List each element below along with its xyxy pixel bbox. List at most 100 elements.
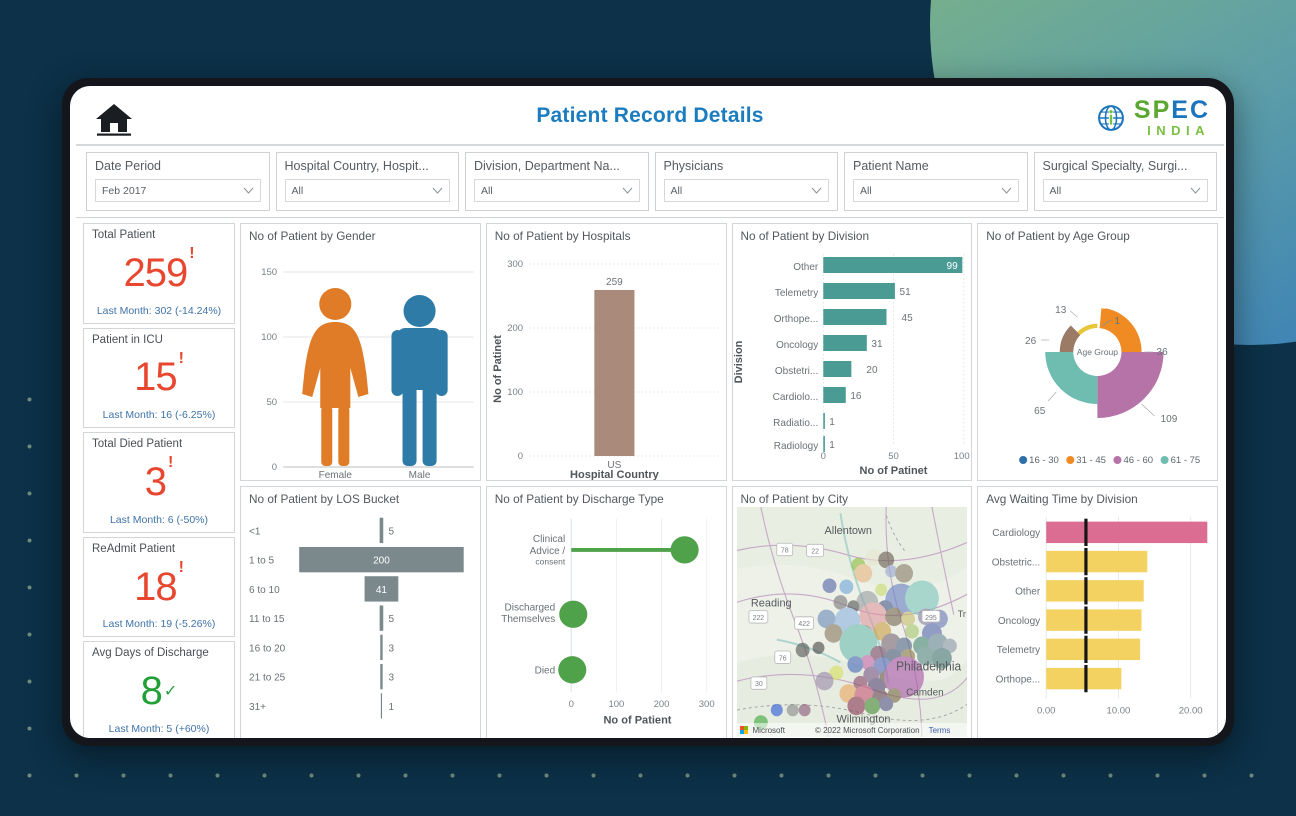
kpi-total-patient[interactable]: Total Patient 259 ! Last Month: 302 (-14… — [83, 223, 235, 324]
hospitals-chart-svg: No of Patinet 300 200 100 0 259 US Hospi… — [492, 259, 720, 480]
gender-plot: 150 100 50 0 Female Male — [241, 244, 480, 480]
kpi-total-died-patient[interactable]: Total Died Patient 3 ! Last Month: 6 (-5… — [83, 432, 235, 533]
bar-us[interactable] — [594, 290, 635, 456]
svg-text:99: 99 — [946, 261, 958, 272]
filter-value: All — [860, 184, 872, 197]
filter-label: Physicians — [663, 159, 724, 173]
svg-text:Philadelphia: Philadelphia — [896, 659, 961, 673]
filter-value: All — [291, 184, 304, 197]
panel-city-map[interactable]: No of Patient by City 78 22 222 422 76 3… — [731, 486, 973, 738]
filter-date-period[interactable]: Date Period Feb 2017 — [86, 152, 270, 211]
svg-text:Tr: Tr — [957, 609, 965, 619]
app-header: Patient Record Details SPEC INDIA — [76, 92, 1224, 146]
male-pictogram — [391, 295, 448, 466]
kpi-avg-days-of-discharge[interactable]: Avg Days of Discharge 8 ✓ Last Month: 5 … — [83, 641, 235, 738]
filter-value: Feb 2017 — [102, 184, 147, 197]
svg-text:300: 300 — [699, 698, 715, 709]
female-pictogram — [302, 288, 369, 466]
kpi-title: Avg Days of Discharge — [92, 647, 209, 660]
svg-text:26: 26 — [1025, 336, 1037, 347]
svg-text:1: 1 — [829, 440, 835, 451]
svg-text:0: 0 — [820, 451, 825, 462]
chevron-down-icon — [622, 187, 632, 194]
map-svg: 78 22 222 422 76 30 295 Allentown Reading P… — [736, 507, 968, 737]
discharge-lollipops[interactable] — [557, 536, 699, 684]
panel-los-bucket[interactable]: No of Patient by LOS Bucket <1 1 to 5 6 … — [240, 486, 481, 738]
svg-text:Advice /: Advice / — [529, 546, 565, 557]
panel-discharge-type[interactable]: No of Patient by Discharge Type Clinical… — [485, 486, 727, 738]
filter-hospital-country[interactable]: Hospital Country, Hospit... All — [275, 152, 459, 211]
svg-text:Telemetry: Telemetry — [774, 288, 817, 299]
kpi-value: 15 — [134, 355, 177, 400]
kpi-value-row: 18 ! — [92, 555, 226, 619]
patient-name-select[interactable]: All — [853, 179, 1019, 202]
waiting-bars[interactable] — [1046, 521, 1208, 690]
brand-india-text: INDIA — [1147, 123, 1210, 138]
svg-text:Orthope...: Orthope... — [996, 675, 1041, 686]
svg-text:61 - 75: 61 - 75 — [1171, 455, 1201, 466]
panel-gender[interactable]: No of Patient by Gender 150 100 50 0 Fem… — [240, 223, 481, 481]
svg-text:Oncology: Oncology — [775, 340, 817, 351]
panel-hospitals[interactable]: No of Patient by Hospitals No of Patinet… — [485, 223, 727, 481]
brand-spec-text: SPEC — [1134, 98, 1210, 123]
age-group-plot: Age Group 1 36 109 65 26 13 16 - 30 31 -… — [978, 244, 1217, 480]
page-title: Patient Record Details — [536, 104, 764, 127]
svg-text:Obstetric...: Obstetric... — [992, 558, 1040, 569]
svg-text:0.00: 0.00 — [1037, 705, 1056, 716]
kpi-patient-in-icu[interactable]: Patient in ICU 15 ! Last Month: 16 (-6.2… — [83, 327, 235, 429]
age-group-legend[interactable]: 16 - 30 31 - 45 46 - 60 61 - 75 — [1019, 455, 1200, 466]
svg-text:Radiatio...: Radiatio... — [773, 418, 818, 429]
panel-title: No of Patient by Discharge Type — [494, 492, 664, 506]
filter-surgical-specialty[interactable]: Surgical Specialty, Surgi... All — [1033, 152, 1217, 211]
chevron-down-icon — [432, 187, 443, 194]
svg-text:46 - 60: 46 - 60 — [1124, 455, 1154, 466]
svg-text:31 - 45: 31 - 45 — [1077, 455, 1107, 466]
svg-text:Reading: Reading — [750, 597, 791, 609]
los-bars[interactable] — [299, 517, 464, 719]
age-group-chart-svg: Age Group 1 36 109 65 26 13 16 - 30 31 -… — [1019, 305, 1200, 466]
panel-age-group[interactable]: No of Patient by Age Group Age Group 1 3… — [977, 223, 1218, 481]
svg-text:Other: Other — [1015, 587, 1041, 598]
chevron-down-icon — [1190, 187, 1201, 194]
svg-text:31+: 31+ — [249, 702, 266, 713]
map-canvas[interactable]: 78 22 222 422 76 30 295 Allentown Reading P… — [736, 507, 968, 737]
microsoft-logo-icon — [739, 726, 749, 734]
kpi-status-icon: ! — [167, 454, 174, 472]
svg-text:259: 259 — [606, 277, 623, 288]
filter-division-department[interactable]: Division, Department Na... All — [465, 152, 649, 211]
svg-text:100: 100 — [507, 387, 523, 398]
hospital-country-select[interactable]: All — [284, 179, 450, 202]
city-map-plot: 78 22 222 422 76 30 295 Allentown Reading P… — [736, 507, 968, 737]
svg-text:Camden: Camden — [906, 687, 944, 698]
brand-wordmark: SPEC INDIA — [1134, 98, 1210, 138]
svg-text:3: 3 — [388, 643, 394, 654]
svg-text:295: 295 — [925, 614, 937, 622]
svg-text:Radiology: Radiology — [773, 441, 818, 452]
kpi-readmit-patient[interactable]: ReAdmit Patient 18 ! Last Month: 19 (-5.… — [83, 536, 235, 638]
map-provider: Microsoft — [752, 725, 785, 735]
tablet-screen: Patient Record Details SPEC INDIA Date P… — [70, 86, 1226, 738]
svg-text:Orthope...: Orthope... — [773, 314, 818, 325]
panel-division[interactable]: No of Patient by Division Division Other… — [731, 223, 973, 481]
date-period-select[interactable]: Feb 2017 — [95, 179, 261, 202]
surgical-specialty-select[interactable]: All — [1042, 179, 1208, 202]
svg-text:No of Patinet: No of Patinet — [859, 465, 927, 477]
svg-text:16 - 30: 16 - 30 — [1029, 455, 1059, 466]
panel-avg-waiting-time[interactable]: Avg Waiting Time by Division Cardiology … — [977, 486, 1218, 738]
map-terms-link[interactable]: Terms — [929, 726, 951, 735]
division-bars[interactable] — [822, 257, 962, 452]
dashboard-root: Patient Record Details SPEC INDIA Date P… — [76, 92, 1224, 738]
filter-patient-name[interactable]: Patient Name All — [844, 152, 1028, 211]
brand-logo: SPEC INDIA — [1094, 98, 1210, 137]
los-chart-svg: <1 1 to 5 6 to 10 11 to 15 16 to 20 21 t… — [249, 517, 464, 719]
svg-text:100: 100 — [608, 698, 624, 709]
division-department-select[interactable]: All — [474, 179, 640, 202]
svg-text:0: 0 — [518, 451, 523, 462]
physicians-select[interactable]: All — [663, 179, 829, 202]
svg-text:3: 3 — [388, 673, 394, 684]
kpi-status-icon: ✓ — [163, 683, 178, 701]
filter-physicians[interactable]: Physicians All — [654, 152, 838, 211]
kpi-subtitle: Last Month: 16 (-6.25%) — [102, 409, 216, 422]
svg-text:22: 22 — [811, 548, 819, 556]
svg-text:16 to 20: 16 to 20 — [249, 643, 286, 654]
